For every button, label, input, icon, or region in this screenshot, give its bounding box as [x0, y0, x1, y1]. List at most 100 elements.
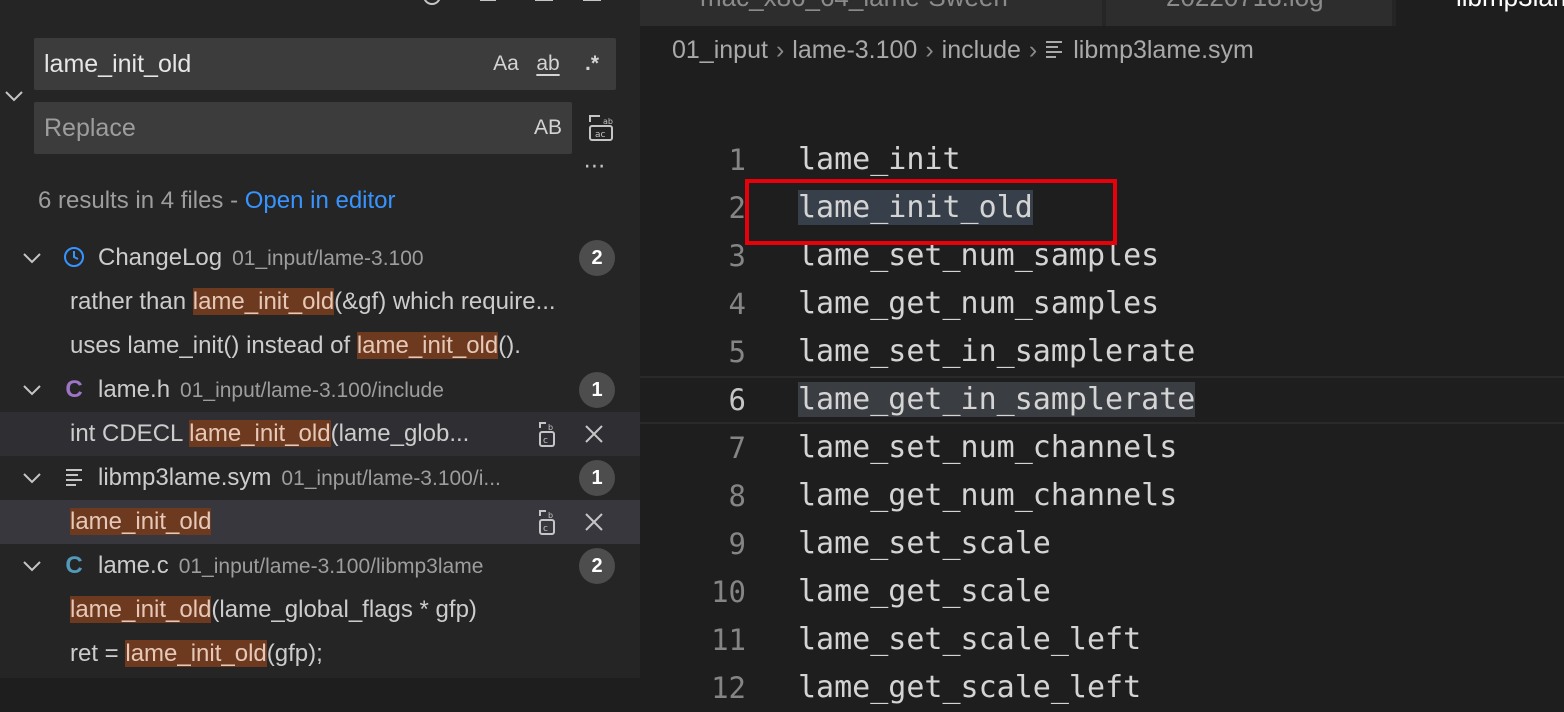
code-line[interactable]: 4 lame_get_num_samples	[640, 280, 1564, 328]
line-number: 1	[728, 143, 746, 177]
search-query-text: lame_init_old	[44, 50, 192, 78]
tab-mac-lame-log[interactable]: mac_x86_64_lame-Sween	[640, 0, 1102, 26]
match-result[interactable]: uses lame_init() instead of lame_init_ol…	[0, 324, 640, 368]
line-number: 5	[728, 335, 746, 369]
code-line[interactable]: 5 lame_set_in_samplerate	[640, 328, 1564, 376]
dismiss-icon[interactable]	[580, 508, 608, 536]
code-line[interactable]: 11 lame_set_scale_left	[640, 616, 1564, 664]
match-pre: ret =	[70, 640, 126, 667]
breadcrumb-item[interactable]: 01_input	[672, 36, 768, 64]
match-highlight: lame_init_old	[192, 288, 335, 315]
chevron-down-icon[interactable]	[20, 554, 44, 578]
line-number: 9	[728, 527, 746, 561]
match-result[interactable]: lame_init_old(lame_global_flags * gfp)	[0, 588, 640, 632]
file-result-lame-c[interactable]: C lame.c 01_input/lame-3.100/libmp3lame 2	[0, 544, 640, 588]
file-result-lame-h[interactable]: C lame.h 01_input/lame-3.100/include 1	[0, 368, 640, 412]
replace-icon[interactable]: bc	[534, 508, 562, 536]
toggle-replace-chevron-icon[interactable]	[2, 84, 26, 108]
breadcrumb-file[interactable]: libmp3lame.sym	[1073, 36, 1254, 64]
tab-label: libmp3lame.sym	[1456, 0, 1564, 12]
code-editor[interactable]: 1 lame_init 2 lame_init_old 3 lame_set_num_…	[640, 136, 1564, 705]
svg-text:b: b	[548, 511, 553, 520]
match-case-toggle[interactable]: Aa	[488, 38, 524, 90]
match-post: ().	[498, 332, 521, 359]
file-path: 01_input/lame-3.100/include	[180, 379, 444, 402]
collapse-all-icon[interactable]	[580, 0, 604, 10]
line-text: lame_set_num_samples	[798, 238, 1160, 273]
open-in-editor-link[interactable]: Open in editor	[245, 187, 396, 214]
replace-icon[interactable]: bc	[534, 420, 562, 448]
replace-all-icon[interactable]: ab ac	[586, 112, 618, 144]
selection-highlight: lame_get_in_samplerate	[798, 382, 1196, 417]
match-pre: rather than	[70, 288, 193, 315]
match-result-selected[interactable]: lame_init_old bc	[0, 500, 640, 544]
clear-results-icon[interactable]	[476, 0, 500, 10]
file-path: 01_input/lame-3.100/libmp3lame	[178, 555, 484, 578]
tab-label: 20220718.log	[1166, 0, 1324, 12]
preserve-case-toggle[interactable]: AB	[528, 102, 568, 154]
svg-text:ac: ac	[595, 130, 606, 140]
code-line[interactable]: 8 lame_get_num_channels	[640, 472, 1564, 520]
line-number: 4	[728, 287, 746, 321]
tab-log-file[interactable]: 20220718.log	[1106, 0, 1392, 26]
match-text: uses lame_init() instead of lame_init_ol…	[70, 324, 630, 368]
code-line[interactable]: 10 lame_get_scale	[640, 568, 1564, 616]
results-summary: 6 results in 4 files - Open in editor	[38, 186, 396, 216]
match-count-badge: 1	[579, 460, 615, 496]
code-line[interactable]: 1 lame_init	[640, 136, 1564, 184]
match-result[interactable]: ret = lame_init_old(gfp);	[0, 632, 640, 676]
tab-libmp3lame-sym[interactable]: libmp3lame.sym	[1396, 0, 1564, 26]
file-name-text: libmp3lame.sym	[98, 464, 272, 491]
replace-input[interactable]	[34, 102, 524, 154]
more-actions-icon[interactable]: ⋯	[580, 155, 610, 180]
svg-text:b: b	[548, 423, 553, 432]
regex-toggle[interactable]: .*	[574, 38, 610, 90]
breadcrumb-item[interactable]: lame-3.100	[792, 36, 917, 64]
match-text: lame_init_old(lame_global_flags * gfp)	[70, 588, 630, 632]
line-text: lame_get_num_samples	[798, 286, 1160, 321]
line-text: lame_set_scale_left	[798, 622, 1142, 657]
match-result[interactable]: int CDECL lame_init_old(lame_glob... bc	[0, 412, 640, 456]
c-file-icon: C	[65, 552, 83, 579]
refresh-icon[interactable]	[420, 0, 444, 10]
chevron-down-icon[interactable]	[20, 246, 44, 270]
line-text: lame_init_old	[798, 184, 1033, 232]
list-file-icon	[1045, 31, 1063, 71]
line-number: 12	[711, 671, 746, 705]
code-line[interactable]: 3 lame_set_num_samples	[640, 232, 1564, 280]
whole-word-toggle[interactable]: ab	[530, 38, 566, 90]
code-line[interactable]: 2 lame_init_old	[640, 184, 1564, 232]
line-text: lame_get_scale_left	[798, 670, 1142, 705]
line-number: 11	[711, 623, 746, 657]
match-pre: int CDECL	[70, 420, 190, 447]
line-text: lame_set_scale	[798, 526, 1051, 561]
breadcrumb-separator-icon: ›	[1028, 36, 1038, 64]
dismiss-icon[interactable]	[580, 420, 608, 448]
breadcrumb: 01_input › lame-3.100 › include › libmp3lame.s…	[672, 30, 1254, 70]
match-highlight: lame_init_old	[189, 420, 331, 447]
code-line[interactable]: 7 lame_set_num_channels	[640, 424, 1564, 472]
chevron-down-icon[interactable]	[20, 466, 44, 490]
match-post: (lame_glob...	[330, 420, 470, 447]
match-result[interactable]: rather than lame_init_old(&gf) which req…	[0, 280, 640, 324]
match-text: ret = lame_init_old(gfp);	[70, 632, 630, 676]
line-number: 6	[728, 383, 746, 417]
editor-tab-strip: mac_x86_64_lame-Sween 20220718.log libmp…	[640, 0, 1564, 26]
line-number: 3	[728, 239, 746, 273]
file-result-changelog[interactable]: ChangeLog 01_input/lame-3.100 2	[0, 236, 640, 280]
search-results-tree: ChangeLog 01_input/lame-3.100 2 rather th…	[0, 236, 640, 676]
code-line-current[interactable]: 6 lame_get_in_samplerate	[640, 376, 1564, 424]
breadcrumb-item[interactable]: include	[942, 36, 1021, 64]
code-line[interactable]: 12 lame_get_scale_left	[640, 664, 1564, 712]
new-search-editor-icon[interactable]	[532, 0, 556, 10]
selection-highlight: lame_init_old	[798, 190, 1033, 225]
file-result-libmp3lame-sym[interactable]: libmp3lame.sym 01_input/lame-3.100/i... 1	[0, 456, 640, 500]
match-highlight: lame_init_old	[70, 596, 212, 623]
file-name-text: lame.c	[98, 552, 169, 579]
breadcrumb-separator-icon: ›	[775, 36, 785, 64]
code-line[interactable]: 9 lame_set_scale	[640, 520, 1564, 568]
replace-field[interactable]: AB	[34, 102, 572, 154]
chevron-down-icon[interactable]	[20, 378, 44, 402]
svg-text:ab: ab	[603, 117, 613, 126]
search-input[interactable]: lame_init_old Aa ab .*	[34, 38, 616, 90]
